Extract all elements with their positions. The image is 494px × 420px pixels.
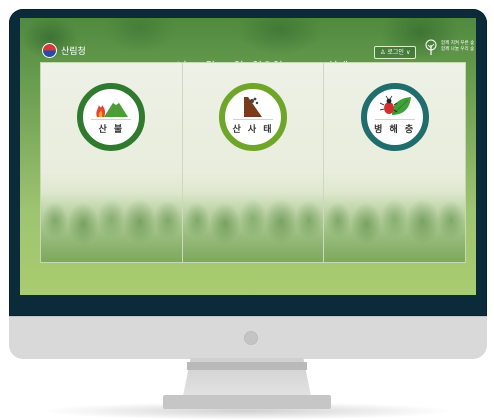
disaster-category-panel: 산 불 산 사 태 병 해 충 <box>40 62 466 263</box>
pest-badge[interactable]: 병 해 충 <box>360 83 429 151</box>
wildfire-mountain-icon <box>96 98 129 117</box>
login-label: 로그인 <box>387 49 404 56</box>
card-label: 산 불 <box>98 125 125 135</box>
monitor-neck-band <box>187 362 307 370</box>
tree-icon <box>425 39 437 55</box>
org-name: 산림청 <box>61 47 86 57</box>
chevron-down-icon: ∨ <box>405 49 411 56</box>
taegeuk-emblem-icon <box>42 43 57 58</box>
pest-leaf-icon <box>379 95 411 115</box>
card-wildfire[interactable]: 산 불 <box>41 63 183 262</box>
power-button-icon <box>244 331 258 345</box>
card-label: 산 사 태 <box>232 125 274 135</box>
forest-background <box>182 192 324 262</box>
landslide-icon <box>244 97 262 117</box>
forest-slogan: 함께 지켜 푸른 숲 함께 나눌 우리 숲 <box>424 39 474 55</box>
monitor-base <box>163 395 331 409</box>
card-pest[interactable]: 병 해 충 <box>324 63 466 262</box>
card-landslide[interactable]: 산 사 태 <box>182 63 325 262</box>
forest-background <box>324 192 466 262</box>
badge-divider <box>233 119 273 120</box>
forest-background <box>41 192 182 262</box>
landslide-badge[interactable]: 산 사 태 <box>219 83 287 151</box>
badge-divider <box>91 119 132 120</box>
site-logo[interactable]: 산림청 <box>42 43 86 58</box>
card-label: 병 해 충 <box>374 125 416 135</box>
badge-divider <box>374 119 415 120</box>
user-icon: ♙ <box>380 49 386 56</box>
wildfire-badge[interactable]: 산 불 <box>77 83 146 151</box>
slogan-line-2: 함께 나눌 우리 숲 <box>441 47 475 52</box>
